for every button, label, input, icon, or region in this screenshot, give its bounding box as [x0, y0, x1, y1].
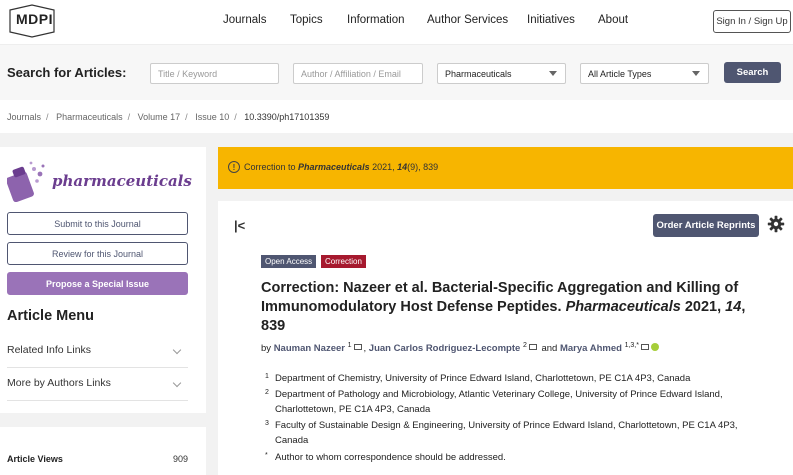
logo-text: MDPI — [16, 11, 53, 27]
affiliation-number: * — [265, 452, 268, 459]
article-views: Article Views 909 — [7, 454, 188, 464]
alert-rest: (9), 839 — [407, 162, 439, 172]
breadcrumb-journals[interactable]: Journals — [7, 112, 41, 122]
alert-journal: Pharmaceuticals — [298, 162, 370, 172]
nav-journals[interactable]: Journals — [223, 14, 266, 26]
alert-year: 2021, — [369, 162, 398, 172]
mdpi-logo[interactable]: MDPI — [6, 4, 58, 38]
journal-select-value: Pharmaceuticals — [445, 69, 512, 79]
top-navigation: MDPI Journals Topics Information Author … — [0, 0, 793, 44]
propose-special-issue-button[interactable]: Propose a Special Issue — [7, 272, 188, 295]
alert-volume: 14 — [397, 162, 408, 172]
order-reprints-button[interactable]: Order Article Reprints — [653, 214, 759, 237]
nav-topics[interactable]: Topics — [290, 14, 323, 26]
breadcrumb-issue[interactable]: Issue 10 — [195, 112, 229, 122]
article-views-count: 909 — [172, 454, 188, 464]
email-icon[interactable] — [353, 344, 362, 351]
correction-badge: Correction — [321, 255, 366, 268]
author-name[interactable]: Juan Carlos Rodriguez-Lecompte — [369, 343, 521, 354]
title-keyword-input[interactable]: Title / Keyword — [150, 63, 279, 84]
affiliation-text: Faculty of Sustainable Design & Engineer… — [275, 420, 738, 446]
author-affiliation-input[interactable]: Author / Affiliation / Email — [293, 63, 423, 84]
chevron-down-icon — [172, 378, 182, 388]
title-volume: 14 — [725, 299, 742, 315]
nav-information[interactable]: Information — [347, 14, 405, 26]
journal-name[interactable]: pharmaceuticals — [52, 172, 192, 190]
nav-about[interactable]: About — [598, 14, 628, 26]
and-label: and — [538, 343, 560, 355]
nav-author-services[interactable]: Author Services — [427, 14, 508, 26]
nav-initiatives[interactable]: Initiatives — [527, 14, 575, 26]
title-journal: Pharmaceuticals — [565, 299, 681, 315]
correction-alert: ! Correction to Pharmaceuticals 2021, 14… — [218, 147, 793, 189]
affiliation-text: Author to whom correspondence should be … — [275, 452, 506, 463]
by-label: by — [261, 343, 274, 355]
article-type-value: All Article Types — [588, 69, 652, 79]
chevron-down-icon — [172, 345, 182, 355]
dropdown-caret-icon — [549, 71, 557, 76]
search-bar: Search for Articles: Title / Keyword Aut… — [0, 44, 793, 100]
author-affiliation-sup: 2 — [522, 342, 527, 349]
sign-in-button[interactable]: Sign In / Sign Up — [713, 10, 791, 33]
journal-logo-icon[interactable] — [7, 160, 47, 202]
alert-info-icon: ! — [228, 161, 240, 173]
article-title: Correction: Nazeer et al. Bacterial-Spec… — [261, 279, 761, 336]
article-type-select[interactable]: All Article Types — [580, 63, 709, 84]
gear-icon[interactable] — [767, 215, 785, 233]
breadcrumb-journal[interactable]: Pharmaceuticals — [56, 112, 123, 122]
sidebar-stats — [0, 427, 206, 475]
email-icon[interactable] — [640, 344, 649, 351]
dropdown-caret-icon — [692, 71, 700, 76]
submit-journal-button[interactable]: Submit to this Journal — [7, 212, 188, 235]
author-name[interactable]: Nauman Nazeer — [274, 343, 345, 354]
author-list: by Nauman Nazeer 1, Juan Carlos Rodrigue… — [261, 342, 659, 354]
more-authors-label: More by Authors Links — [7, 377, 111, 389]
journal-select[interactable]: Pharmaceuticals — [437, 63, 566, 84]
first-page-icon[interactable]: |< — [234, 218, 245, 233]
correction-alert-text[interactable]: Correction to Pharmaceuticals 2021, 14(9… — [244, 162, 438, 172]
breadcrumb-doi: 10.3390/ph17101359 — [244, 112, 330, 122]
search-button[interactable]: Search — [724, 62, 781, 83]
article-views-label: Article Views — [7, 454, 63, 464]
more-by-authors-links[interactable]: More by Authors Links — [7, 371, 188, 401]
author-affiliation-sup: 1 — [347, 342, 352, 349]
article-menu-title: Article Menu — [7, 308, 95, 324]
breadcrumb: Journals / Pharmaceuticals / Volume 17/ Is… — [7, 112, 330, 122]
affiliation-number: 2 — [265, 389, 269, 396]
related-info-links[interactable]: Related Info Links — [7, 338, 188, 368]
alert-prefix: Correction to — [244, 162, 299, 172]
search-label: Search for Articles: — [7, 65, 127, 80]
breadcrumb-volume[interactable]: Volume 17 — [138, 112, 181, 122]
author-name[interactable]: Marya Ahmed — [560, 343, 622, 354]
affiliation-text: Department of Pathology and Microbiology… — [275, 389, 723, 415]
affiliation-number: 3 — [265, 420, 269, 427]
affiliation-number: 1 — [265, 373, 269, 380]
email-icon[interactable] — [528, 344, 537, 351]
orcid-icon[interactable] — [650, 343, 659, 352]
related-info-label: Related Info Links — [7, 344, 92, 356]
affiliation-text: Department of Chemistry, University of P… — [275, 373, 691, 384]
open-access-badge: Open Access — [261, 255, 317, 268]
review-journal-button[interactable]: Review for this Journal — [7, 242, 188, 265]
author-affiliation-sup: 1,3,* — [624, 342, 639, 349]
title-year: 2021, — [680, 299, 726, 315]
